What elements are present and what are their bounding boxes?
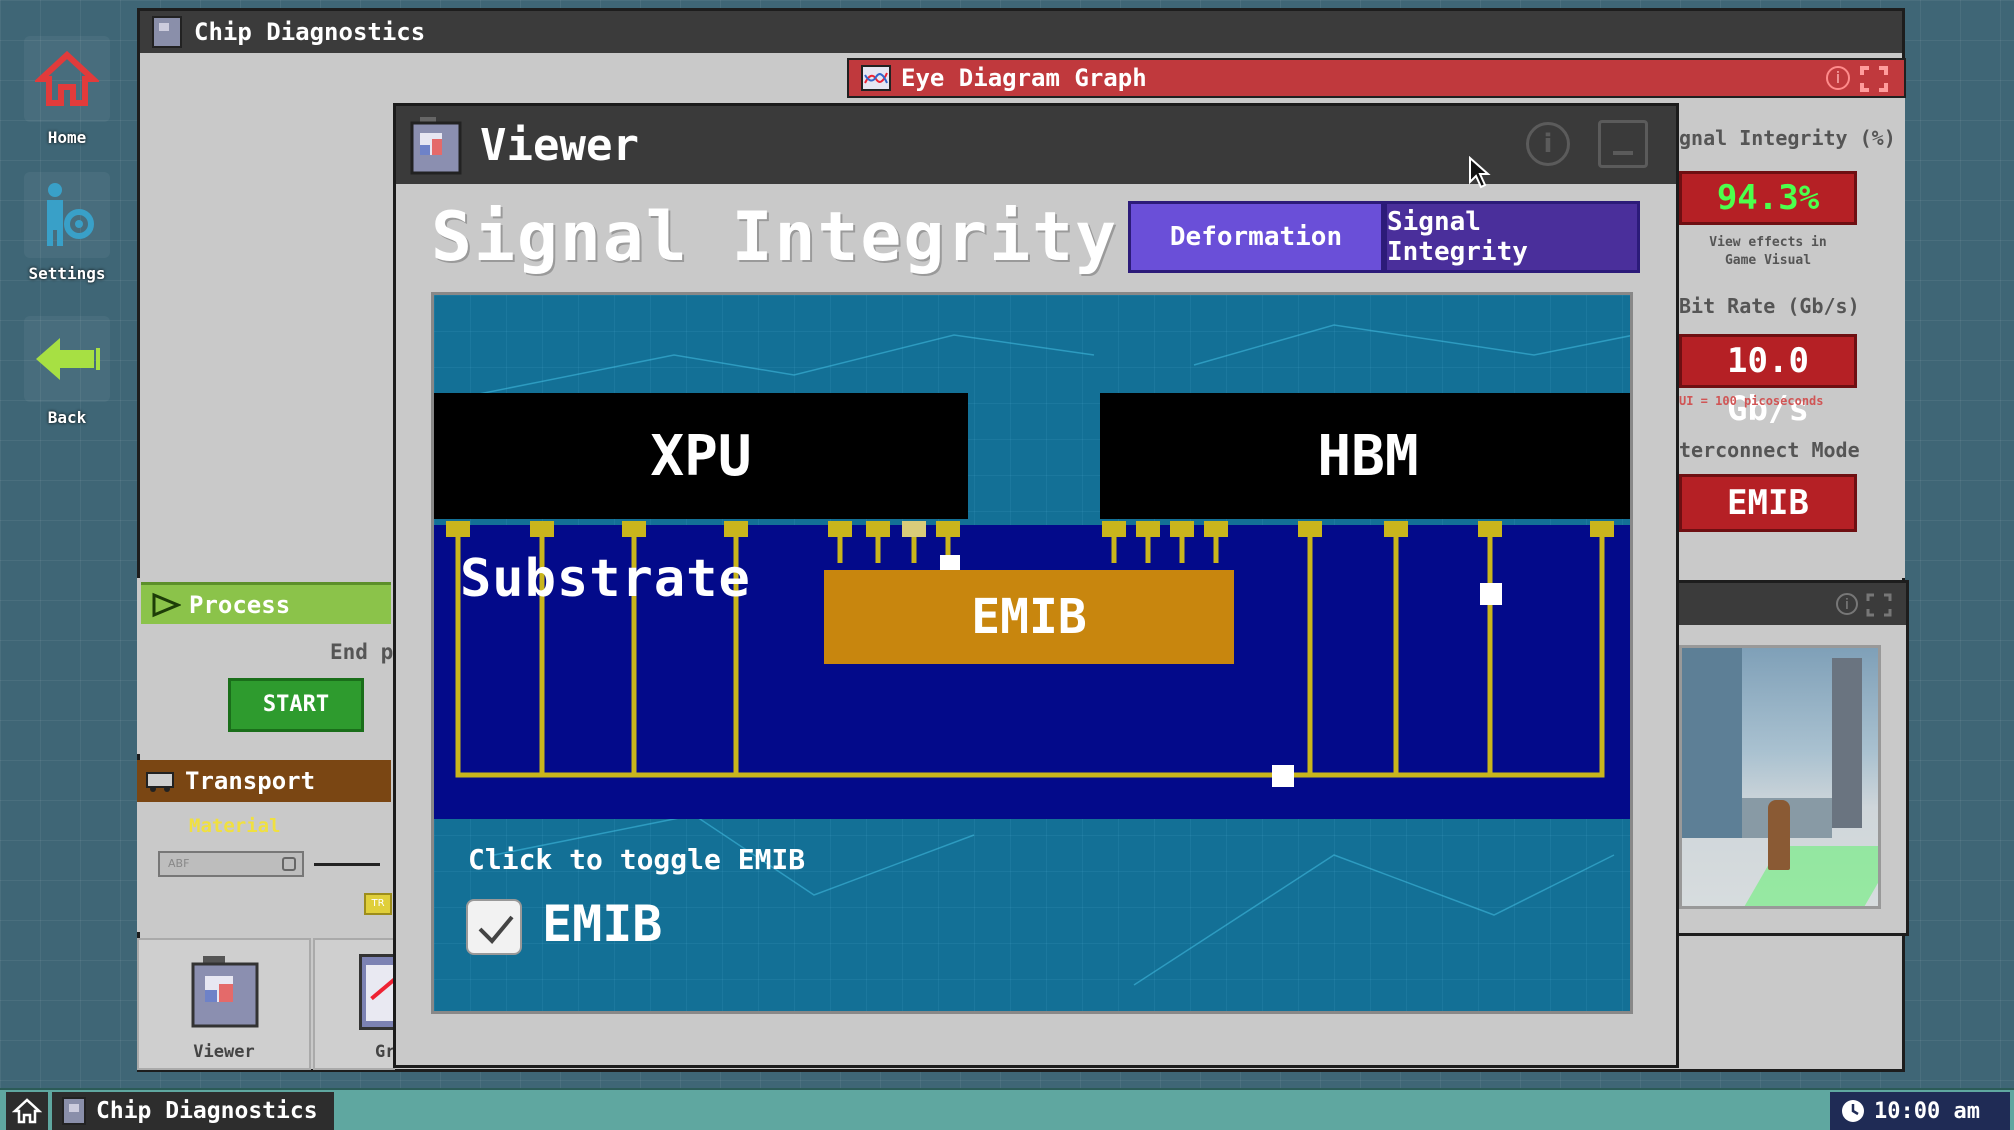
material-select[interactable]: ABF [158, 851, 304, 877]
transport-header[interactable]: Transport [137, 760, 391, 802]
taskbar-clock[interactable]: 10:00 am [1830, 1092, 2010, 1130]
dock-graph-tile[interactable]: Gr [313, 938, 395, 1070]
taskbar-home-button[interactable] [6, 1092, 48, 1130]
desktop-home[interactable]: Home [22, 36, 112, 147]
material-select-value: ABF [168, 857, 190, 870]
dock-viewer-label: Viewer [193, 1042, 255, 1062]
material-select-icon [282, 857, 296, 871]
process-header-label: Process [189, 590, 291, 619]
material-label: Material [189, 815, 281, 837]
process-end-text: End p [330, 640, 394, 664]
toggle-hint: Click to toggle EMIB [468, 843, 806, 876]
clock-time: 10:00 am [1874, 1098, 1980, 1124]
desktop-back-label: Back [47, 408, 87, 427]
emib-checkbox-label[interactable]: EMIB [542, 895, 662, 953]
viewer-title: Viewer [480, 119, 639, 171]
transport-header-label: Transport [185, 767, 316, 795]
desktop-back[interactable]: Back [22, 316, 112, 427]
material-connector-line [314, 863, 380, 866]
eye-expand-icon[interactable] [1860, 66, 1888, 92]
signal-integrity-label: gnal Integrity (%) [1679, 126, 1896, 150]
game-visual-titlebar[interactable]: i [1679, 583, 1906, 625]
game-info-icon[interactable]: i [1836, 593, 1858, 615]
game-visual-window: i [1679, 580, 1909, 936]
taskbar-app-label: Chip Diagnostics [96, 1098, 318, 1124]
bit-rate-value: 10.0 Gb/s [1679, 334, 1857, 429]
start-button[interactable]: START [228, 678, 364, 732]
main-window-title: Chip Diagnostics [194, 18, 426, 46]
tab-signal-integrity[interactable]: Signal Integrity [1384, 201, 1640, 273]
emib-bridge[interactable]: EMIB [824, 570, 1234, 664]
view-effects-note-1: View effects in [1709, 235, 1827, 250]
desktop-settings[interactable]: Settings [22, 172, 112, 283]
signal-integrity-value: 94.3% [1679, 171, 1857, 225]
home-icon [24, 36, 110, 122]
clock-icon [1842, 1100, 1864, 1122]
emib-checkbox[interactable] [466, 899, 522, 955]
mouse-cursor-icon [1468, 155, 1494, 190]
viewer-minimize-icon[interactable] [1598, 120, 1648, 168]
back-arrow-icon [24, 316, 110, 402]
metrics-panel: gnal Integrity (%) 94.3% View effects in… [1679, 98, 1905, 578]
viewer-info-icon[interactable]: i [1526, 122, 1570, 166]
dock-graph-label: Gr [375, 1042, 395, 1062]
graph-app-icon [359, 954, 393, 1030]
taskbar: Chip Diagnostics 10:00 am [0, 1088, 2014, 1130]
view-effects-note-2: Game Visual [1724, 253, 1812, 268]
tab-deformation[interactable]: Deformation [1128, 201, 1384, 273]
viewer-app-icon [189, 954, 261, 1030]
eye-diagram-icon [861, 65, 891, 91]
viewer-window: Viewer i Signal Integrity Deformation Si… [393, 103, 1679, 1068]
checkmark-icon [478, 915, 514, 944]
substrate-label: Substrate [460, 549, 751, 609]
bit-rate-label: Bit Rate (Gb/s) [1679, 294, 1860, 318]
taskbar-chip-diagnostics[interactable]: Chip Diagnostics [52, 1092, 334, 1130]
viewer-heading: Signal Integrity [431, 198, 1119, 277]
eye-info-icon[interactable]: i [1826, 66, 1850, 90]
eye-diagram-titlebar[interactable]: Eye Diagram Graph i [847, 58, 1906, 98]
process-header[interactable]: Process [141, 582, 391, 624]
transport-mini-button[interactable]: TR [364, 893, 392, 915]
game-visual-image [1679, 645, 1881, 909]
settings-icon [24, 172, 110, 258]
taskbar-app-icon [62, 1097, 86, 1125]
play-triangle-icon [152, 592, 181, 617]
main-titlebar[interactable]: Chip Diagnostics [140, 11, 1902, 53]
taskbar-home-icon [12, 1098, 42, 1124]
desktop-home-label: Home [47, 128, 87, 147]
dock-viewer-tile[interactable]: Viewer [137, 938, 311, 1070]
game-expand-icon[interactable] [1866, 593, 1892, 617]
interconnect-label: terconnect Mode [1679, 438, 1860, 462]
eye-diagram-title: Eye Diagram Graph [901, 64, 1147, 92]
interconnect-value: EMIB [1679, 474, 1857, 532]
viewer-window-icon [410, 117, 462, 175]
chip-diagnostics-icon [152, 16, 182, 48]
transport-icon [146, 772, 174, 792]
ui-note: UI = 100 picoseconds [1679, 394, 1824, 408]
desktop-settings-label: Settings [28, 264, 106, 283]
interconnect-diagram: XPU HBM Substrate EMIB Click to toggle E… [431, 292, 1633, 1014]
